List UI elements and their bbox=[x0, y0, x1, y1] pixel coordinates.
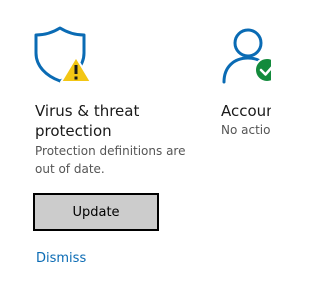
virus-threat-tile: Virus & threat protection Protection def… bbox=[0, 0, 200, 296]
account-check-icon bbox=[222, 26, 271, 86]
tile-description-line2: out of date. bbox=[35, 162, 105, 176]
account-tile-title: Accoun bbox=[221, 102, 271, 120]
update-button[interactable]: Update bbox=[33, 193, 159, 231]
account-tile-description: No actio bbox=[221, 123, 271, 137]
dismiss-link[interactable]: Dismiss bbox=[36, 250, 86, 268]
tile-description-line1: Protection definitions are bbox=[35, 144, 186, 158]
shield-warning-icon bbox=[33, 24, 93, 84]
tile-description: Protection definitions are out of date. bbox=[35, 142, 185, 178]
tile-title-line2: protection bbox=[35, 122, 112, 140]
account-protection-tile: Accoun No actio bbox=[205, 0, 271, 296]
tile-title-line1: Virus & threat bbox=[35, 102, 140, 120]
tile-title: Virus & threat protection bbox=[35, 101, 139, 141]
